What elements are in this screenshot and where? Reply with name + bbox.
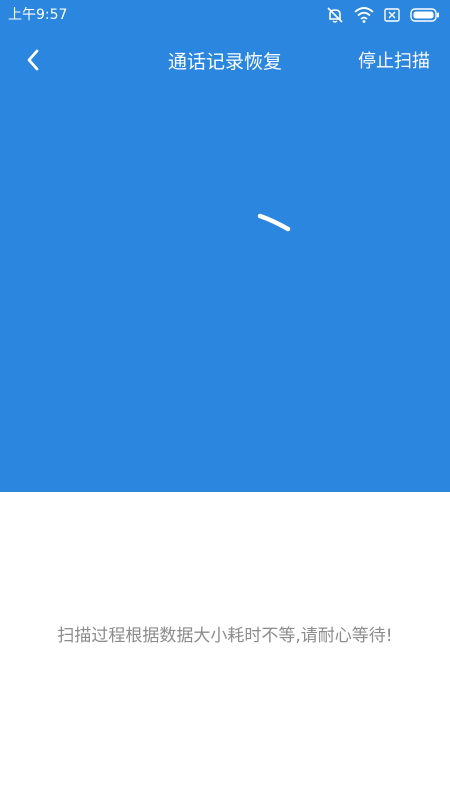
- scan-path-text: 正在扫描:/data/data/com.android.providers.co…: [18, 496, 438, 574]
- loading-spinner-icon: [250, 204, 300, 244]
- mute-icon: [326, 6, 344, 24]
- scan-panel: 正在扫描:/data/data/com.android.providers.co…: [0, 94, 450, 572]
- status-icons: [326, 6, 440, 24]
- status-bar: 上午9:57: [0, 0, 450, 30]
- status-time: 上午9:57: [8, 7, 68, 23]
- sim-card-icon: [384, 8, 400, 22]
- wifi-icon: [354, 7, 374, 23]
- scan-path-content: 正在扫描:/data/data/com.android.providers.co…: [18, 498, 430, 572]
- call-log-recovery-screen: 上午9:57 通话记录恢复 停止扫描 正在扫描:/data/data/ com.…: [0, 0, 450, 800]
- stop-scan-button[interactable]: 停止扫描: [358, 50, 430, 74]
- battery-icon: [410, 8, 440, 22]
- app-header: 通话记录恢复 停止扫描: [0, 30, 450, 94]
- scan-hint-text: 扫描过程根据数据大小耗时不等,请耐心等待!: [57, 626, 393, 646]
